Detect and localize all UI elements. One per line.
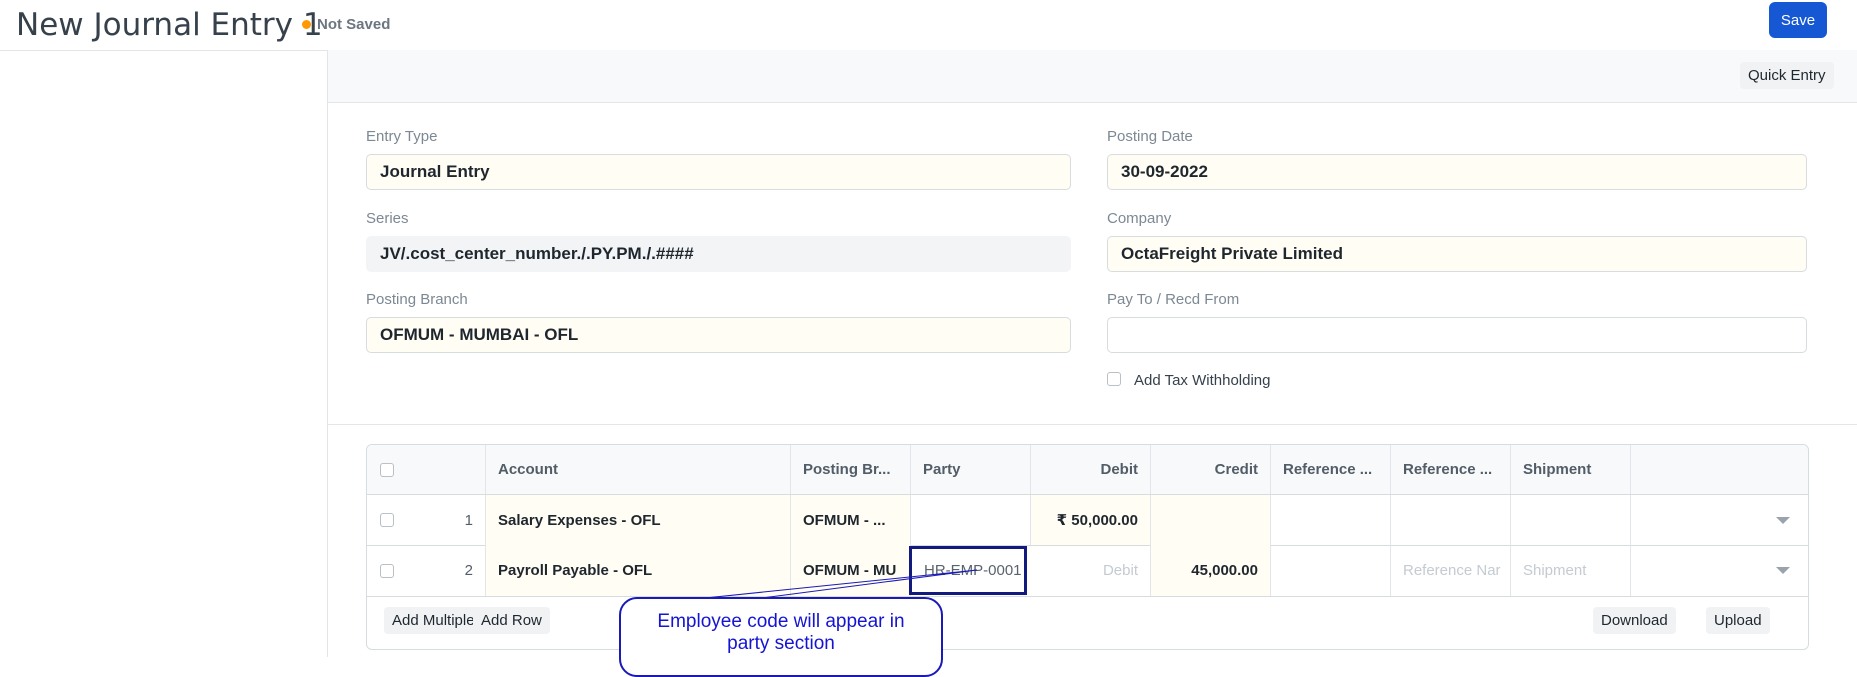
- annotation-line-2: party section: [727, 633, 835, 654]
- annotation-line-1: Employee code will appear in: [657, 611, 905, 632]
- annotation-callout: Employee code will appear in party secti…: [619, 597, 943, 677]
- annotation-pointer: [685, 569, 978, 607]
